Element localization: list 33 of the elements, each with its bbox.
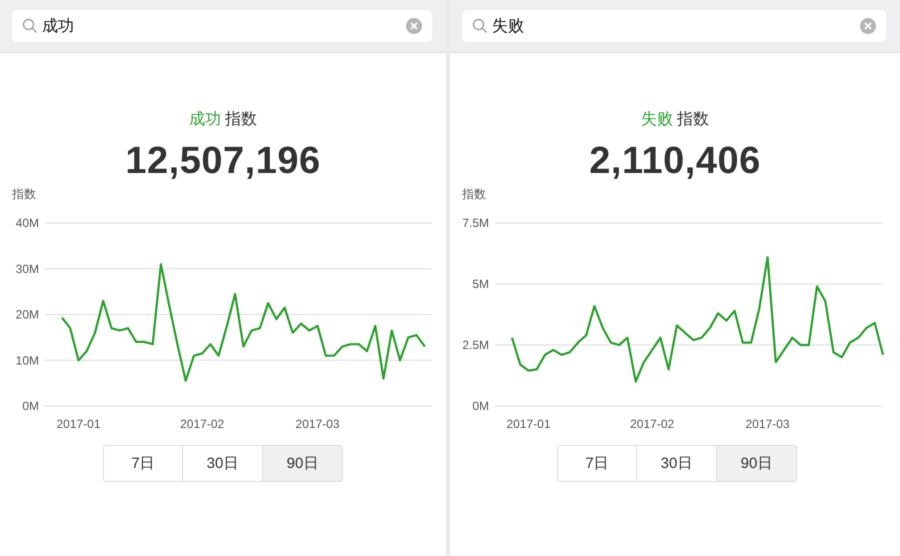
axis-label: 2017-02 xyxy=(630,417,674,431)
axis-label: 2017-01 xyxy=(56,417,100,431)
axis-label: 2017-03 xyxy=(296,417,340,431)
range-tab[interactable]: 7日 xyxy=(103,445,183,482)
search-field[interactable]: 失败 xyxy=(462,10,886,42)
axis-label: 20M xyxy=(16,308,39,322)
axis-title: 指数 xyxy=(462,187,486,201)
range-tab[interactable]: 30日 xyxy=(637,445,717,482)
clear-icon[interactable] xyxy=(860,18,876,34)
search-icon xyxy=(472,18,488,34)
axis-label: 10M xyxy=(16,353,39,368)
clear-icon[interactable] xyxy=(406,18,422,34)
range-tab[interactable]: 30日 xyxy=(183,445,263,482)
axis-label: 2017-03 xyxy=(746,417,790,431)
axis-label: 40M xyxy=(16,216,39,230)
range-tab[interactable]: 7日 xyxy=(557,445,637,482)
axis-label: 30M xyxy=(16,262,39,276)
axis-label: 2.5M xyxy=(462,338,489,352)
range-tab[interactable]: 90日 xyxy=(263,445,343,482)
axis-label: 2017-02 xyxy=(180,417,224,431)
index-title: 失败 指数 xyxy=(640,110,710,130)
axis-label: 2017-01 xyxy=(506,417,550,431)
axis-label: 0M xyxy=(22,399,39,413)
axis-title: 指数 xyxy=(12,187,36,201)
search-icon xyxy=(22,18,38,34)
axis-label: 5M xyxy=(472,277,489,291)
axis-label: 0M xyxy=(472,399,489,413)
range-tab[interactable]: 90日 xyxy=(717,445,797,482)
index-total: 2,110,406 xyxy=(588,140,762,183)
index-title: 成功 指数 xyxy=(188,110,258,130)
axis-label: 7.5M xyxy=(462,216,489,230)
search-field[interactable]: 成功 xyxy=(12,10,432,42)
index-total: 12,507,196 xyxy=(124,140,322,183)
